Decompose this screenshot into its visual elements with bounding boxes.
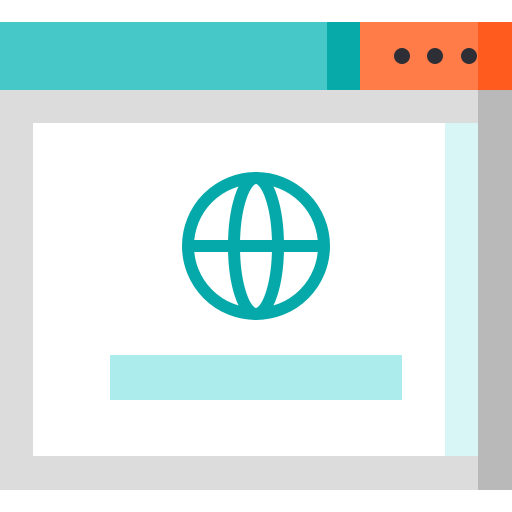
- window-frame-shadow: [478, 90, 512, 490]
- content-scroll-strip: [445, 123, 478, 456]
- window-controls-edge: [478, 22, 512, 90]
- more-dots-icon[interactable]: [427, 48, 443, 64]
- title-bar-accent: [327, 22, 360, 90]
- more-dots-icon[interactable]: [394, 48, 410, 64]
- globe-icon: [182, 172, 330, 320]
- more-dots-icon[interactable]: [461, 48, 477, 64]
- text-placeholder-bar: [110, 355, 402, 400]
- title-bar: [0, 22, 327, 90]
- browser-window-illustration: [0, 0, 512, 512]
